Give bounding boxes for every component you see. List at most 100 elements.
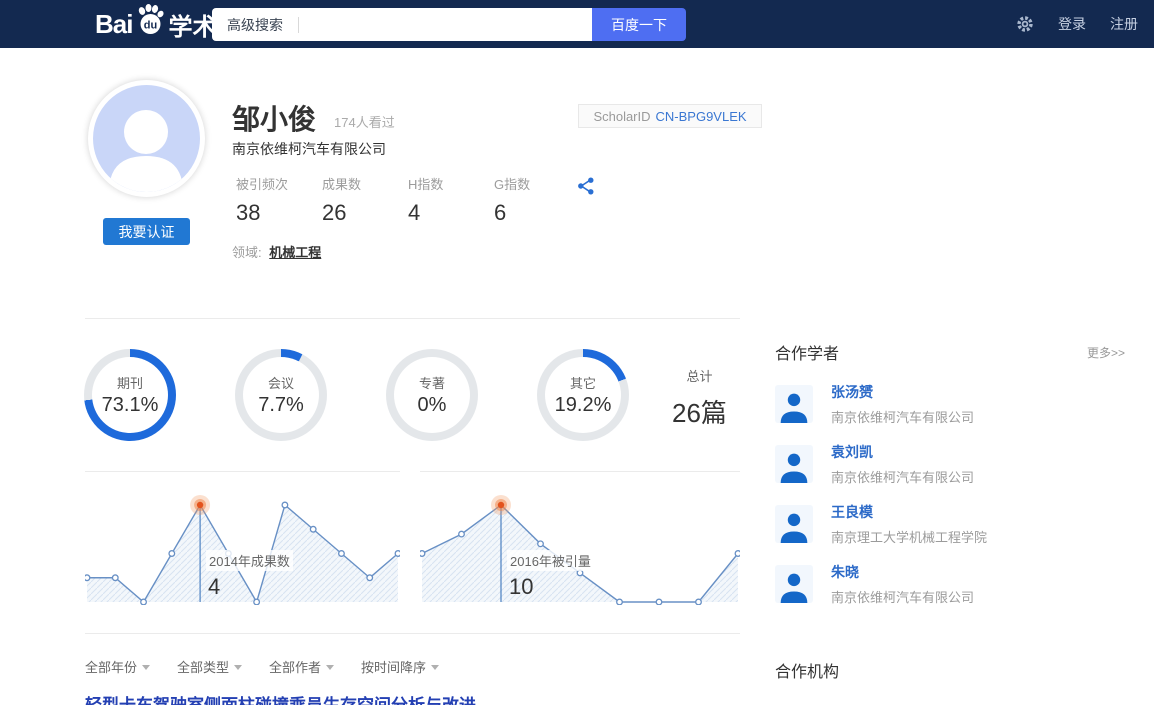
filter-all-authors[interactable]: 全部作者 xyxy=(269,657,334,676)
search-input[interactable] xyxy=(299,8,592,41)
data-point xyxy=(735,551,740,557)
donut-chart-monograph: 专著 0% xyxy=(386,349,478,441)
data-point xyxy=(420,551,425,557)
settings-gear-icon[interactable] xyxy=(1016,15,1034,33)
navbar-right: 登录 注册 xyxy=(1016,0,1138,48)
stat-label: 被引频次 xyxy=(236,174,322,193)
person-silhouette-icon xyxy=(93,85,200,192)
register-link[interactable]: 注册 xyxy=(1110,14,1138,34)
field-link-mechanical-engineering[interactable]: 机械工程 xyxy=(269,245,321,260)
institutions-title: 合作机构 xyxy=(775,658,1125,682)
donut-chart-other: 其它 19.2% xyxy=(537,349,629,441)
stat-label: G指数 xyxy=(494,174,580,193)
data-point xyxy=(367,575,373,581)
coauthor-item[interactable]: 朱晓 南京依维柯汽车有限公司 xyxy=(775,562,1125,622)
line-area xyxy=(87,505,398,602)
data-point xyxy=(459,531,465,537)
citations-trend-chart: 2016年被引量 10 xyxy=(420,480,740,605)
data-point xyxy=(696,599,702,605)
donut-label: 期刊 xyxy=(117,373,143,392)
donut-value: 0% xyxy=(418,394,447,417)
data-point xyxy=(339,551,345,557)
scholar-id-label: ScholarID xyxy=(593,109,650,124)
coauthor-item[interactable]: 王良模 南京理工大学机械工程学院 xyxy=(775,502,1125,562)
donut-value: 19.2% xyxy=(555,394,612,417)
highlight-point xyxy=(197,502,203,508)
field-row: 领域: 机械工程 xyxy=(232,242,321,261)
coauthor-list: 张汤赟 南京依维柯汽车有限公司 袁刘凯 南京依维柯汽车有限公司 xyxy=(775,382,1125,622)
person-icon xyxy=(777,571,811,603)
paper-title-link[interactable]: 轻型卡车驾驶室侧面柱碰撞乘员生存空间分析与改进 xyxy=(85,691,476,705)
data-point xyxy=(617,599,623,605)
stat-publications: 成果数 26 xyxy=(322,174,408,226)
coauthor-avatar xyxy=(775,385,813,423)
person-icon xyxy=(777,451,811,483)
scholar-id-value: CN-BPG9VLEK xyxy=(656,109,747,124)
scholar-name: 邹小俊 xyxy=(232,98,316,138)
stat-g-index: G指数 6 xyxy=(494,174,580,226)
paw-icon: du xyxy=(133,3,167,42)
donut-chart-conference: 会议7.7% xyxy=(235,349,327,441)
person-icon xyxy=(777,511,811,543)
line-chart-publications xyxy=(85,480,400,605)
data-point xyxy=(656,599,662,605)
publications-trend-chart: 2014年成果数 4 xyxy=(85,480,400,605)
baidu-scholar-logo[interactable]: Bai du 学术 xyxy=(95,0,216,48)
data-point xyxy=(226,551,232,557)
coauthor-affiliation: 南京理工大学机械工程学院 xyxy=(831,527,987,546)
search-button[interactable]: 百度一下 xyxy=(592,8,686,41)
person-icon xyxy=(777,391,811,423)
divider xyxy=(85,471,400,472)
data-point xyxy=(577,570,583,576)
baidu-scholar-profile-page: Bai du 学术 高级搜索 百度一下 xyxy=(0,0,1154,705)
sort-by-time-desc[interactable]: 按时间降序 xyxy=(361,657,439,676)
filter-all-years[interactable]: 全部年份 xyxy=(85,657,150,676)
data-point xyxy=(395,551,400,557)
login-link[interactable]: 登录 xyxy=(1058,14,1086,34)
coauthor-name[interactable]: 张汤赟 xyxy=(831,382,974,402)
donut-label: 专著 xyxy=(419,373,445,392)
profile-avatar xyxy=(88,80,205,197)
top-navbar: Bai du 学术 高级搜索 百度一下 xyxy=(0,0,1154,48)
coauthor-item[interactable]: 袁刘凯 南京依维柯汽车有限公司 xyxy=(775,442,1125,502)
coauthor-avatar xyxy=(775,445,813,483)
donut-label: 其它 xyxy=(570,373,596,392)
verify-me-button[interactable]: 我要认证 xyxy=(103,218,190,245)
data-point xyxy=(310,526,316,532)
more-coauthors-link[interactable]: 更多>> xyxy=(1087,344,1125,361)
chevron-down-icon xyxy=(431,665,439,670)
stat-value: 26 xyxy=(322,200,408,226)
stat-h-index: H指数 4 xyxy=(408,174,494,226)
stat-value: 6 xyxy=(494,200,580,226)
total-label: 总计 xyxy=(672,366,727,385)
results-filter-bar: 全部年份 全部类型 全部作者 按时间降序 xyxy=(85,657,439,676)
line-area xyxy=(422,505,738,602)
coauthor-avatar xyxy=(775,565,813,603)
coauthor-name[interactable]: 王良模 xyxy=(831,502,987,522)
coauthor-name[interactable]: 朱晓 xyxy=(831,562,974,582)
coauthor-name[interactable]: 袁刘凯 xyxy=(831,442,974,462)
coauthor-item[interactable]: 张汤赟 南京依维柯汽车有限公司 xyxy=(775,382,1125,442)
data-point xyxy=(254,599,260,605)
coauthor-affiliation: 南京依维柯汽车有限公司 xyxy=(831,407,974,426)
filter-all-types[interactable]: 全部类型 xyxy=(177,657,242,676)
data-point xyxy=(282,502,288,508)
donut-label: 会议 xyxy=(268,373,294,392)
coauthor-affiliation: 南京依维柯汽车有限公司 xyxy=(831,467,974,486)
data-point xyxy=(85,575,90,581)
svg-text:du: du xyxy=(144,19,157,31)
total-publications: 总计 26篇 xyxy=(672,366,727,430)
divider xyxy=(420,471,740,472)
view-count: 174人看过 xyxy=(334,112,395,131)
donut-chart-journal: 期刊73.1% xyxy=(84,349,176,441)
share-icon[interactable] xyxy=(576,176,596,196)
advanced-search-link[interactable]: 高级搜索 xyxy=(212,15,298,35)
logo-text-xueshu: 学术 xyxy=(168,7,216,42)
coauthors-section: 合作学者 更多>> 张汤赟 南京依维柯汽车有限公司 xyxy=(775,340,1125,622)
search-box: 高级搜索 xyxy=(212,8,592,41)
search-bar: 高级搜索 百度一下 xyxy=(212,8,686,41)
chevron-down-icon xyxy=(142,665,150,670)
field-label: 领域: xyxy=(232,245,262,260)
coauthors-header: 合作学者 更多>> xyxy=(775,340,1125,364)
total-value: 26篇 xyxy=(672,393,727,430)
